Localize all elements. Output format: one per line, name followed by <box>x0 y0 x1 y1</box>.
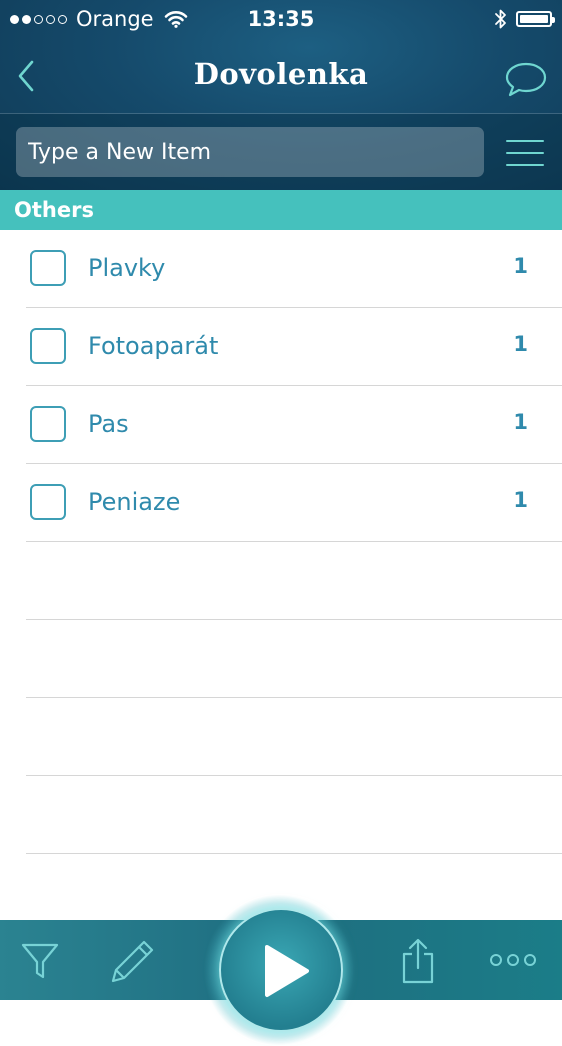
item-name: Fotoaparát <box>88 332 219 360</box>
empty-row <box>26 698 562 776</box>
list-item[interactable]: Fotoaparát 1 <box>26 308 562 386</box>
item-checkbox[interactable] <box>30 484 66 520</box>
empty-row <box>26 542 562 620</box>
new-item-input[interactable] <box>16 127 484 177</box>
item-name: Pas <box>88 410 129 438</box>
new-item-row <box>0 114 562 190</box>
chat-button[interactable] <box>504 58 548 100</box>
list-item[interactable]: Plavky 1 <box>26 230 562 308</box>
battery-icon <box>516 11 555 27</box>
navigation-bar: Dovolenka <box>0 40 562 114</box>
play-icon <box>265 945 309 997</box>
section-header: Others <box>0 190 562 230</box>
filter-icon[interactable] <box>20 940 60 982</box>
item-quantity: 1 <box>513 488 528 512</box>
bluetooth-icon <box>495 9 506 29</box>
page-title: Dovolenka <box>193 57 369 91</box>
empty-row <box>26 620 562 698</box>
header: Orange 13:35 Dovolenka <box>0 0 562 190</box>
item-quantity: 1 <box>513 332 528 356</box>
menu-button[interactable] <box>506 138 546 168</box>
item-quantity: 1 <box>513 410 528 434</box>
more-icon[interactable] <box>488 950 538 970</box>
list-item[interactable]: Peniaze 1 <box>26 464 562 542</box>
wifi-icon <box>164 11 187 28</box>
item-checkbox[interactable] <box>30 406 66 442</box>
empty-row <box>26 776 562 854</box>
item-checkbox[interactable] <box>30 328 66 364</box>
item-name: Plavky <box>88 254 166 282</box>
item-checkbox[interactable] <box>30 250 66 286</box>
item-name: Peniaze <box>88 488 181 516</box>
signal-strength-icon <box>10 14 67 24</box>
back-button[interactable] <box>10 54 50 98</box>
play-button[interactable] <box>219 908 343 1032</box>
item-list: Plavky 1 Fotoaparát 1 Pas 1 Peniaze 1 <box>0 230 562 854</box>
share-icon[interactable] <box>398 938 438 984</box>
carrier-name: Orange <box>76 7 154 31</box>
list-item[interactable]: Pas 1 <box>26 386 562 464</box>
carrier-group: Orange <box>10 7 188 31</box>
pencil-icon[interactable] <box>108 938 156 984</box>
status-bar: Orange 13:35 <box>0 0 562 40</box>
status-right <box>494 8 555 30</box>
item-quantity: 1 <box>513 254 528 278</box>
